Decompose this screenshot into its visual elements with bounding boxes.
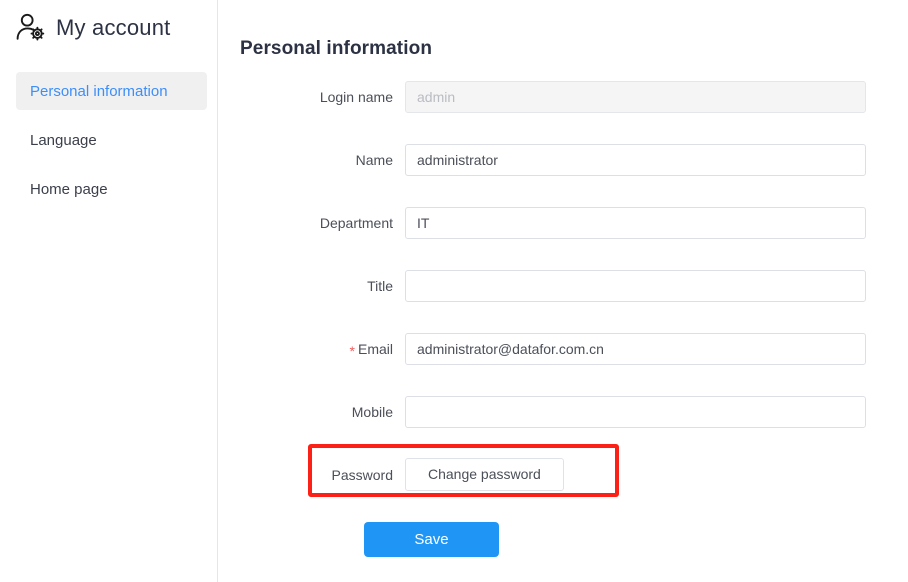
label-email: * Email [218, 340, 405, 359]
form-row-login-name: Login name [218, 80, 908, 113]
label-email-text: Email [357, 340, 393, 357]
sidebar-item-label: Language [30, 131, 97, 149]
label-department: Department [319, 214, 393, 231]
label-title: Title [367, 277, 393, 294]
label-mobile: Mobile [351, 403, 393, 420]
content-area: Personal information Login name Name Dep… [218, 0, 908, 582]
email-input[interactable] [405, 332, 866, 365]
brand: My account [0, 0, 217, 44]
mobile-input[interactable] [405, 395, 866, 428]
sidebar-item-home-page[interactable]: Home page [16, 170, 207, 208]
title-input[interactable] [405, 269, 866, 302]
actions-spacer [218, 522, 364, 557]
sidebar-item-language[interactable]: Language [16, 121, 207, 159]
form-row-name: Name [218, 143, 908, 176]
label-name: Name [355, 151, 393, 168]
sidebar: My account Personal information Language… [0, 0, 218, 582]
save-button[interactable]: Save [364, 521, 499, 557]
change-password-button[interactable]: Change password [405, 458, 564, 492]
form-row-department: Department [218, 206, 908, 239]
my-account-page: My account Personal information Language… [0, 0, 908, 582]
login-name-input [405, 80, 866, 113]
form-row-email: * Email [218, 332, 908, 365]
page-title: Personal information [240, 37, 433, 59]
name-input[interactable] [405, 143, 866, 176]
sidebar-nav: Personal information Language Home page [0, 72, 217, 208]
required-asterisk-icon: * [349, 342, 355, 359]
sidebar-item-label: Personal information [30, 82, 168, 100]
personal-information-form: Login name Name Department Title [218, 80, 908, 557]
label-password: Password [331, 466, 393, 483]
form-row-password: Password Change password [218, 458, 908, 492]
sidebar-item-personal-information[interactable]: Personal information [16, 72, 207, 110]
label-login-name: Login name [319, 88, 393, 105]
sidebar-item-label: Home page [30, 180, 108, 198]
user-settings-icon [14, 11, 48, 45]
form-row-title: Title [218, 269, 908, 302]
department-input[interactable] [405, 206, 866, 239]
brand-title: My account [56, 15, 171, 40]
form-row-mobile: Mobile [218, 395, 908, 428]
form-actions: Save [218, 521, 908, 557]
